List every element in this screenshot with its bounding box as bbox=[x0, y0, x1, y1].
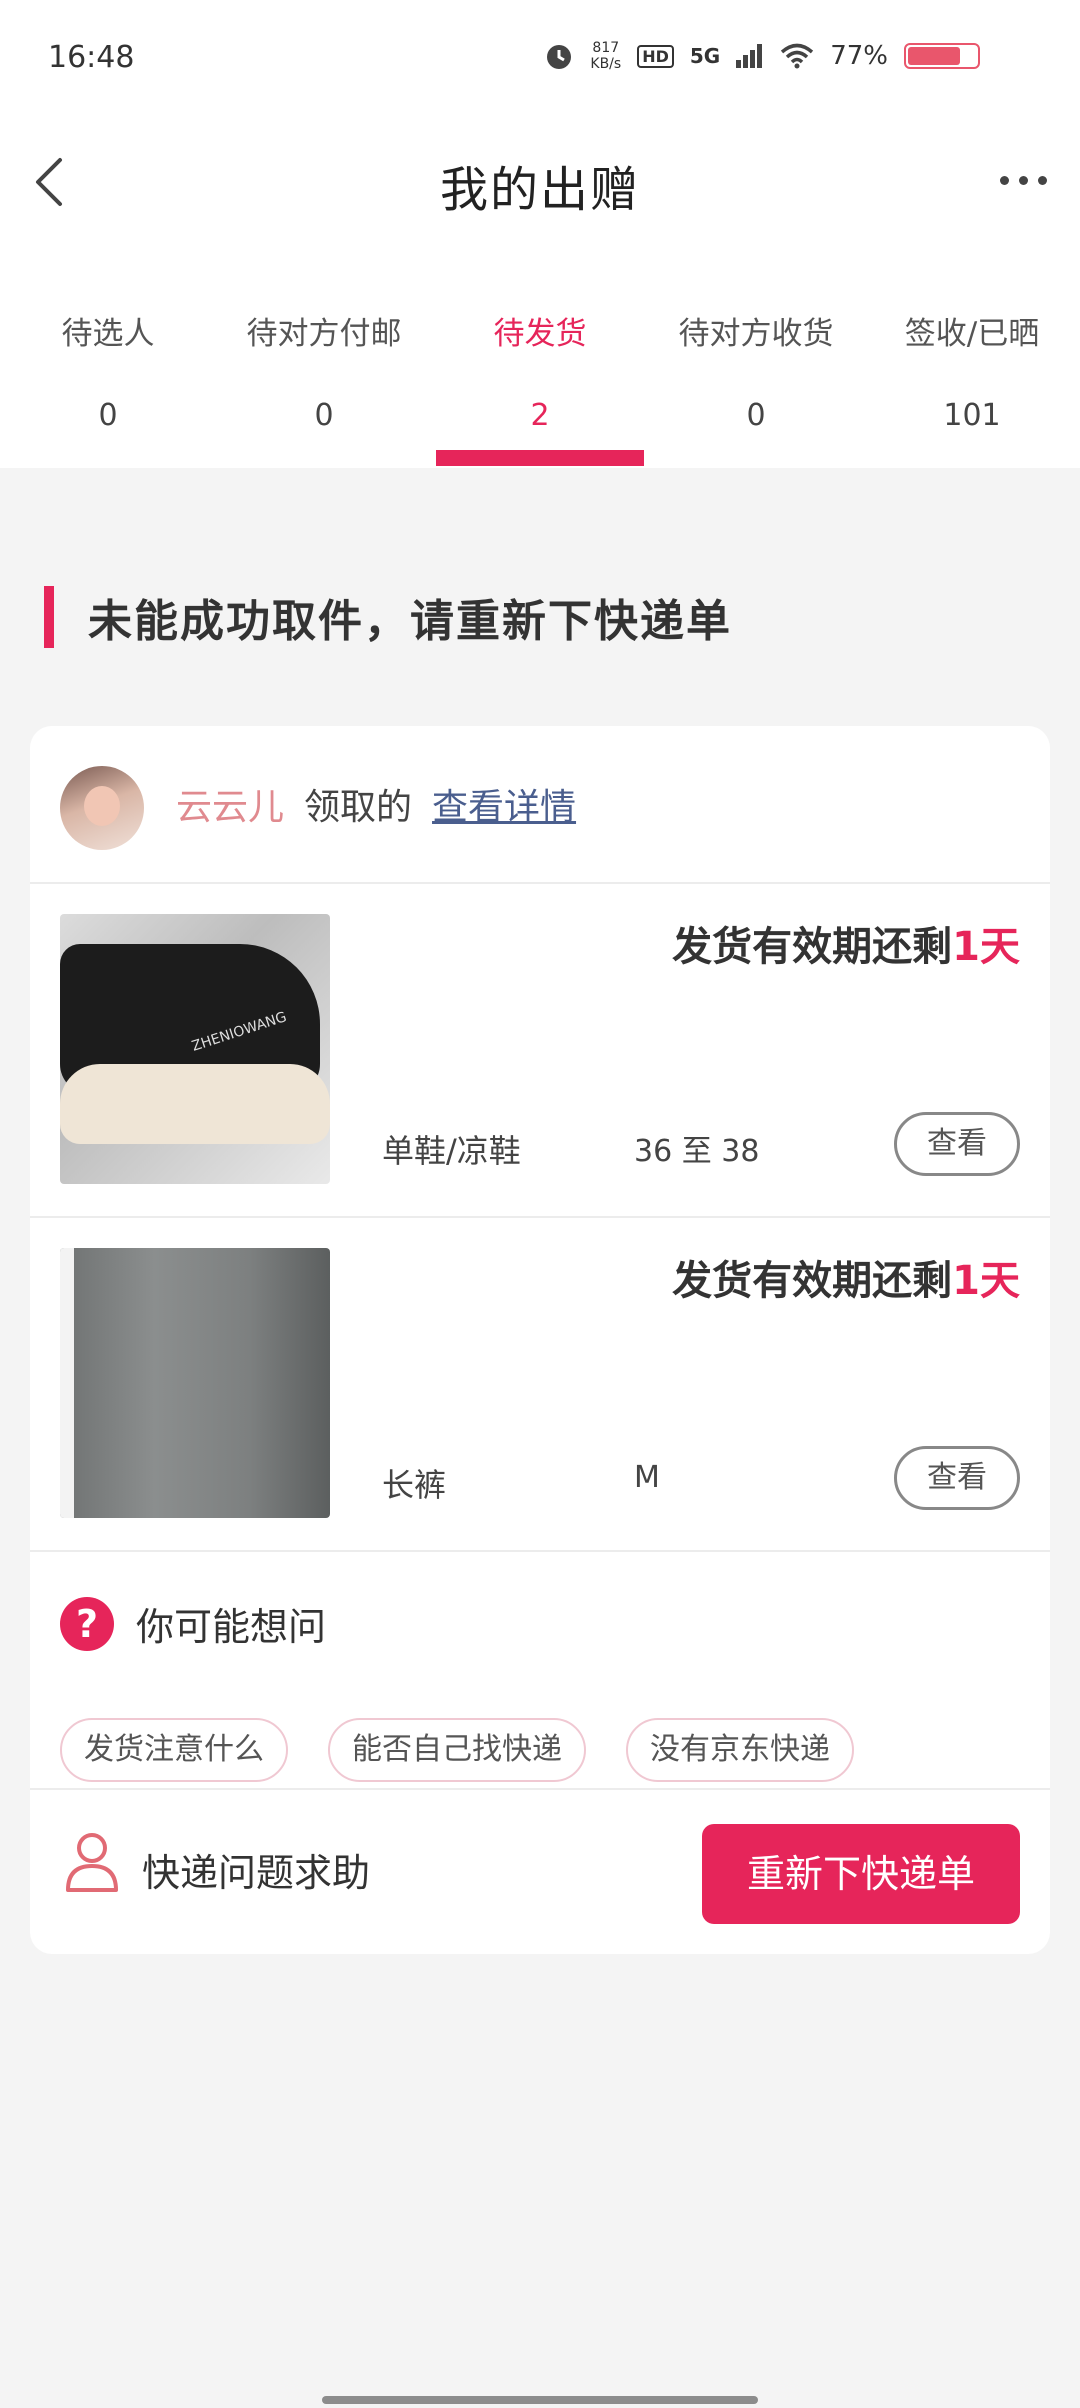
view-details-link[interactable]: 查看详情 bbox=[432, 778, 576, 830]
ship-deadline: 发货有效期还剩1天 bbox=[672, 1248, 1020, 1306]
faq-chip[interactable]: 没有京东快递 bbox=[626, 1718, 854, 1782]
faq-chip[interactable]: 发货注意什么 bbox=[60, 1718, 288, 1782]
view-item-button[interactable]: 查看 bbox=[894, 1112, 1020, 1176]
order-item: 发货有效期还剩1天 长裤 M 查看 bbox=[30, 1218, 1050, 1552]
tab-count: 101 bbox=[943, 398, 1001, 433]
notice-banner: 未能成功取件，请重新下快递单 bbox=[44, 586, 732, 648]
battery-percent: 77% bbox=[830, 41, 888, 71]
faq-section: ? 你可能想问 发货注意什么 能否自己找快递 没有京东快递 bbox=[30, 1552, 1050, 1790]
item-size: 36 至 38 bbox=[634, 1134, 760, 1169]
pants-photo[interactable] bbox=[60, 1248, 330, 1518]
tab-label: 待对方收货 bbox=[678, 316, 834, 352]
alarm-icon bbox=[547, 45, 572, 69]
notice-text: 未能成功取件，请重新下快递单 bbox=[88, 596, 732, 647]
order-card: 云云儿 领取的 查看详情 ZHENIOWANG 发货有效期还剩1天 单鞋/凉鞋 … bbox=[30, 726, 1050, 1954]
tab-count: 2 bbox=[530, 398, 550, 433]
deadline-prefix: 发货有效期还剩 bbox=[672, 1258, 953, 1304]
more-dots-icon bbox=[999, 175, 1047, 185]
signal-icon bbox=[736, 44, 763, 68]
net-speed-value: 817 bbox=[592, 40, 620, 56]
order-item: ZHENIOWANG 发货有效期还剩1天 单鞋/凉鞋 36 至 38 查看 bbox=[30, 884, 1050, 1218]
net-speed: 817 KB/s bbox=[590, 40, 621, 72]
faq-title: 你可能想问 bbox=[136, 1605, 327, 1649]
receiver-name[interactable]: 云云儿 bbox=[176, 778, 284, 830]
user-icon bbox=[66, 1833, 118, 1892]
tab-pending-postage[interactable]: 待对方付邮 0 bbox=[216, 240, 432, 468]
tab-received-shared[interactable]: 签收/已晒 101 bbox=[864, 240, 1080, 468]
hd-icon: HD bbox=[637, 44, 674, 68]
battery-icon bbox=[904, 43, 980, 69]
more-button[interactable] bbox=[988, 160, 1058, 200]
faq-chip[interactable]: 能否自己找快递 bbox=[328, 1718, 586, 1782]
view-item-button[interactable]: 查看 bbox=[894, 1446, 1020, 1510]
tab-label: 签收/已晒 bbox=[904, 316, 1040, 352]
tab-label: 待发货 bbox=[493, 316, 587, 352]
receiver-line: 云云儿 领取的 查看详情 bbox=[176, 778, 576, 830]
wifi-icon bbox=[781, 43, 814, 69]
active-tab-indicator bbox=[436, 450, 644, 466]
ship-deadline: 发货有效期还剩1天 bbox=[672, 914, 1020, 972]
tab-pending-shipment[interactable]: 待发货 2 bbox=[432, 240, 648, 468]
home-indicator[interactable] bbox=[322, 2396, 758, 2404]
courier-help-link[interactable]: 快递问题求助 bbox=[142, 1842, 370, 1897]
reorder-courier-button[interactable]: 重新下快递单 bbox=[702, 1824, 1020, 1924]
deadline-days: 1天 bbox=[952, 924, 1020, 970]
tab-label: 待选人 bbox=[61, 316, 155, 352]
tab-label: 待对方付邮 bbox=[246, 316, 402, 352]
faq-chips: 发货注意什么 能否自己找快递 没有京东快递 bbox=[60, 1718, 854, 1782]
shoe-photo[interactable]: ZHENIOWANG bbox=[60, 914, 330, 1184]
tab-pending-selection[interactable]: 待选人 0 bbox=[0, 240, 216, 468]
app-header: 我的出赠 bbox=[0, 120, 1080, 240]
question-icon: ? bbox=[60, 1596, 114, 1651]
tab-count: 0 bbox=[314, 398, 334, 433]
page-title: 我的出赠 bbox=[439, 162, 640, 218]
item-category: 单鞋/凉鞋 bbox=[382, 1132, 521, 1170]
receiver-verb: 领取的 bbox=[304, 787, 413, 828]
tab-count: 0 bbox=[98, 398, 118, 433]
item-category: 长裤 bbox=[382, 1466, 447, 1504]
status-bar: 16:48 817 KB/s HD 5G 77% bbox=[0, 0, 1080, 120]
battery-fill bbox=[908, 47, 961, 65]
deadline-prefix: 发货有效期还剩 bbox=[672, 924, 953, 970]
notice-accent-bar bbox=[44, 586, 54, 648]
status-time: 16:48 bbox=[48, 40, 135, 75]
network-label: 5G bbox=[689, 44, 721, 68]
avatar[interactable] bbox=[60, 766, 144, 850]
receiver-row: 云云儿 领取的 查看详情 bbox=[30, 726, 1050, 884]
faq-header: ? 你可能想问 bbox=[60, 1596, 326, 1651]
item-size: M bbox=[634, 1460, 660, 1495]
tab-pending-receipt[interactable]: 待对方收货 0 bbox=[648, 240, 864, 468]
net-speed-unit: KB/s bbox=[590, 56, 622, 72]
shoe-sole bbox=[60, 1064, 330, 1144]
status-tabs: 待选人 0 待对方付邮 0 待发货 2 待对方收货 0 签收/已晒 101 bbox=[0, 240, 1080, 468]
status-icons: 817 KB/s HD 5G 77% bbox=[544, 40, 980, 72]
help-row: 快递问题求助 重新下快递单 bbox=[30, 1790, 1050, 1954]
tab-count: 0 bbox=[746, 398, 766, 433]
deadline-days: 1天 bbox=[952, 1258, 1020, 1304]
